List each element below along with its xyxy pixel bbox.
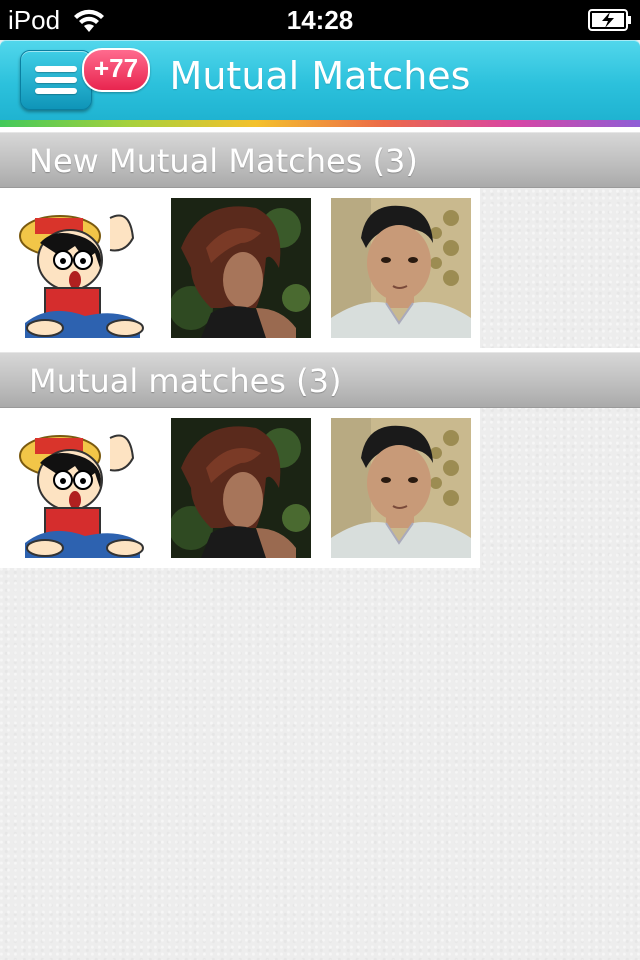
nav-bar: +77 Mutual Matches — [0, 40, 640, 120]
status-bar: iPod 14:28 — [0, 0, 640, 40]
section-header-new-mutual-matches: New Mutual Matches (3) — [0, 132, 640, 188]
page-title: Mutual Matches — [169, 54, 471, 98]
mutual-matches-grid — [0, 408, 480, 568]
battery-charging-icon — [588, 9, 631, 31]
match-photo-woman[interactable] — [171, 198, 311, 338]
match-photo-woman[interactable] — [171, 418, 311, 558]
status-time: 14:28 — [286, 5, 354, 35]
match-photo-cartoon[interactable] — [15, 198, 155, 338]
new-mutual-matches-grid — [0, 188, 480, 348]
match-photo-cartoon[interactable] — [15, 418, 155, 558]
rainbow-divider — [0, 120, 640, 127]
match-photo-man[interactable] — [331, 418, 471, 558]
section-header-mutual-matches: Mutual matches (3) — [0, 352, 640, 408]
match-photo-man[interactable] — [331, 198, 471, 338]
